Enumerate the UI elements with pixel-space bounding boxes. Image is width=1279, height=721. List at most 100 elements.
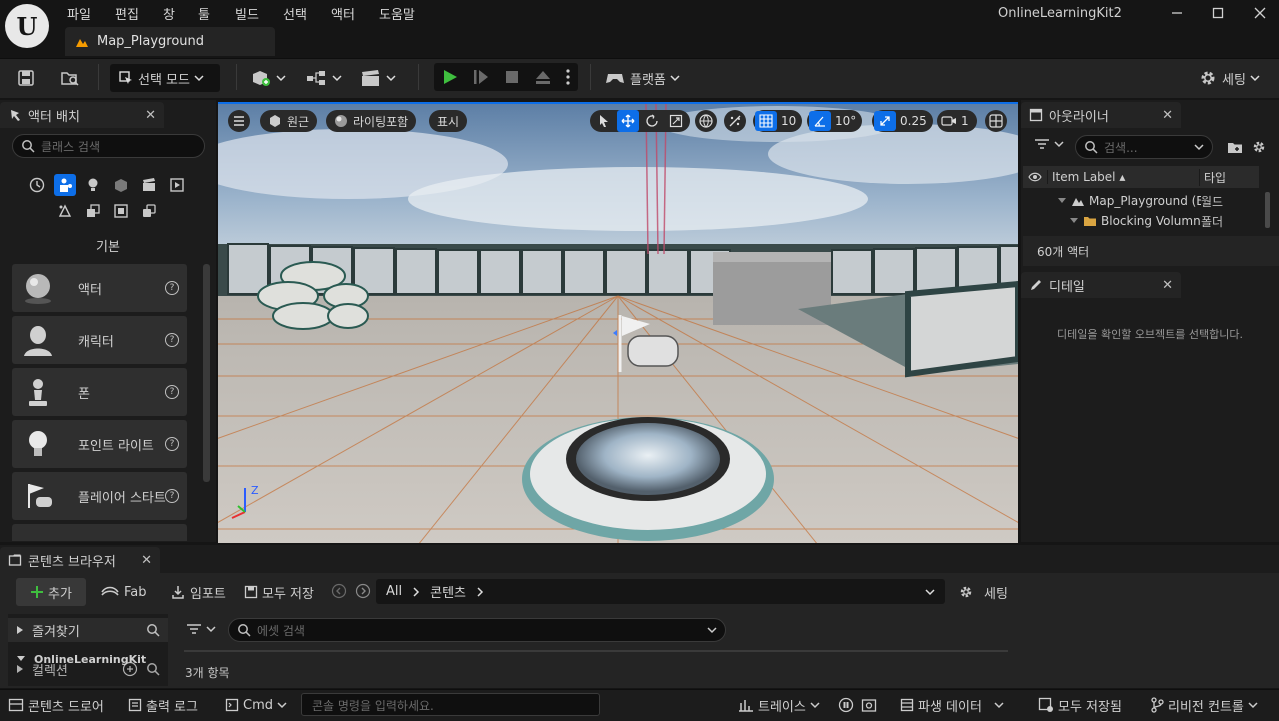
cinematics-button[interactable]: [360, 64, 400, 92]
scale-snap-control[interactable]: 0.25: [872, 110, 933, 132]
actor-item-player-start[interactable]: 플레이어 스타트 ?: [12, 472, 187, 520]
actor-list-scrollbar[interactable]: [203, 264, 210, 482]
stop-icon[interactable]: [504, 69, 520, 85]
expand-arrow-icon[interactable]: [1069, 217, 1079, 225]
geometry-category-icon[interactable]: [54, 200, 76, 222]
asset-view-scrollbar[interactable]: [184, 650, 1008, 652]
close-icon[interactable]: ✕: [1162, 278, 1173, 293]
platforms-button[interactable]: 플랫폼: [604, 64, 680, 92]
path-breadcrumb[interactable]: All 콘텐츠: [376, 579, 945, 604]
outliner-row[interactable]: Blocking Volumn 폴더: [1023, 211, 1259, 231]
asset-filter-button[interactable]: [186, 622, 216, 636]
menu-select[interactable]: 선택: [283, 4, 307, 23]
help-icon[interactable]: ?: [165, 385, 179, 399]
shapes-category-icon[interactable]: [110, 174, 132, 196]
trace-button[interactable]: 트레이스: [738, 691, 820, 719]
back-arrow-icon[interactable]: [328, 580, 350, 602]
menu-tools[interactable]: 툴: [198, 4, 210, 23]
close-icon[interactable]: ✕: [141, 553, 152, 568]
output-log-button[interactable]: 출력 로그: [128, 691, 198, 719]
basic-category-icon[interactable]: [54, 174, 76, 196]
column-item-label[interactable]: Item Label ▴: [1047, 170, 1199, 184]
recent-clock-icon[interactable]: [26, 174, 48, 196]
breadcrumb-content[interactable]: 콘텐츠: [430, 582, 466, 601]
help-icon[interactable]: ?: [165, 437, 179, 451]
outliner-filter-button[interactable]: [1034, 137, 1064, 151]
viewport-layout-icon[interactable]: [985, 110, 1007, 132]
rotation-snap-control[interactable]: 10°: [807, 110, 863, 132]
collections-section[interactable]: 컬렉션: [8, 660, 168, 679]
help-icon[interactable]: ?: [165, 281, 179, 295]
menu-help[interactable]: 도움말: [379, 4, 415, 23]
step-icon[interactable]: [472, 68, 490, 86]
scale-icon[interactable]: [665, 110, 687, 132]
tab-outliner[interactable]: 아웃라이너 ✕: [1021, 102, 1181, 128]
viewport-menu-icon[interactable]: [228, 110, 250, 132]
surface-snap-icon[interactable]: [724, 110, 746, 132]
class-search-input[interactable]: 클래스 검색: [12, 134, 205, 158]
expand-arrow-icon[interactable]: [1057, 197, 1067, 205]
all-classes-category-icon[interactable]: [110, 200, 132, 222]
content-drawer-button[interactable]: 콘텐츠 드로어: [8, 691, 104, 719]
search-icon[interactable]: [146, 623, 160, 637]
play-icon[interactable]: [441, 68, 459, 86]
favorites-section[interactable]: 즐겨찾기: [8, 618, 168, 642]
perspective-button[interactable]: 원근: [260, 110, 318, 132]
cmd-button[interactable]: Cmd: [225, 691, 287, 719]
unreal-logo[interactable]: U: [5, 4, 49, 48]
menu-file[interactable]: 파일: [67, 4, 91, 23]
cinematic-category-icon[interactable]: [138, 174, 160, 196]
actor-item-character[interactable]: 캐릭터 ?: [12, 316, 187, 364]
settings-button[interactable]: 세팅: [1198, 64, 1260, 92]
outliner-search-input[interactable]: 검색...: [1075, 135, 1213, 159]
import-button[interactable]: 임포트: [170, 578, 226, 606]
chevron-down-icon[interactable]: [925, 588, 935, 596]
close-icon[interactable]: ✕: [1162, 108, 1173, 123]
outliner-row[interactable]: Map_Playground (Ed 월드: [1023, 191, 1259, 211]
actor-item-point-light[interactable]: 포인트 라이트 ?: [12, 420, 187, 468]
tab-map-playground[interactable]: Map_Playground: [65, 27, 275, 56]
tab-content-browser[interactable]: 콘텐츠 브라우저 ✕: [0, 547, 160, 573]
forward-arrow-icon[interactable]: [352, 580, 374, 602]
content-settings-button[interactable]: 세팅: [958, 578, 1008, 606]
asset-search-input[interactable]: 에셋 검색: [228, 618, 726, 642]
show-button[interactable]: 표시: [429, 110, 468, 132]
add-folder-icon[interactable]: [1224, 136, 1246, 158]
eject-icon[interactable]: [534, 68, 552, 86]
actor-item-pawn[interactable]: 폰 ?: [12, 368, 187, 416]
record-icon[interactable]: [835, 694, 857, 716]
all-saved-button[interactable]: 모두 저장됨: [1038, 691, 1122, 719]
rotate-icon[interactable]: [641, 110, 663, 132]
grid-snap-control[interactable]: 10: [753, 110, 803, 132]
world-local-icon[interactable]: [695, 110, 717, 132]
volumes-category-icon[interactable]: [82, 200, 104, 222]
add-button[interactable]: 추가: [16, 578, 86, 606]
close-icon[interactable]: ✕: [145, 108, 156, 123]
derived-data-button[interactable]: 파생 데이터: [900, 691, 1004, 719]
menu-actor[interactable]: 액터: [331, 4, 355, 23]
save-all-button[interactable]: 모두 저장: [244, 578, 314, 606]
add-collection-icon[interactable]: [122, 661, 138, 677]
fab-button[interactable]: Fab: [100, 578, 147, 606]
console-input[interactable]: 콘솔 명령을 입력하세요.: [301, 693, 600, 716]
lights-category-icon[interactable]: [82, 174, 104, 196]
actor-item-actor[interactable]: 액터 ?: [12, 264, 187, 312]
more-options-icon[interactable]: [565, 68, 571, 86]
translate-icon[interactable]: [617, 110, 639, 132]
select-cursor-icon[interactable]: [593, 110, 615, 132]
maximize-icon[interactable]: [1203, 4, 1233, 22]
close-window-icon[interactable]: [1245, 4, 1275, 22]
camera-speed-control[interactable]: 1: [937, 110, 977, 132]
view-mode-button[interactable]: 라이팅포함: [326, 110, 417, 132]
search-icon[interactable]: [146, 662, 160, 676]
screenshot-icon[interactable]: [858, 694, 880, 716]
mode-select-button[interactable]: 선택 모드: [110, 64, 220, 92]
revision-control-button[interactable]: 리비전 컨트롤: [1150, 691, 1258, 719]
tab-details[interactable]: 디테일 ✕: [1021, 272, 1181, 298]
tab-place-actors[interactable]: 액터 배치 ✕: [0, 102, 164, 128]
breadcrumb-all[interactable]: All: [386, 584, 402, 599]
add-actor-button[interactable]: [250, 64, 290, 92]
visual-effects-category-icon[interactable]: [166, 174, 188, 196]
minimize-icon[interactable]: [1162, 4, 1192, 22]
outliner-scrollbar[interactable]: [1265, 192, 1270, 228]
